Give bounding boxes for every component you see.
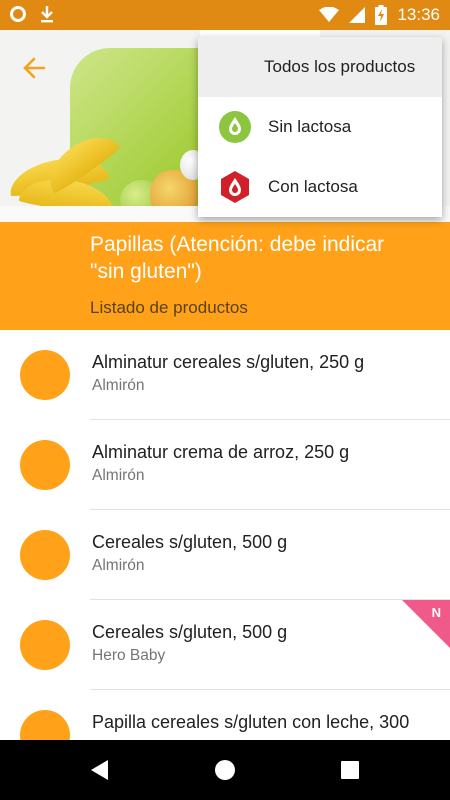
signal-icon [349,7,366,23]
product-name: Alminatur cereales s/gluten, 250 g [92,352,365,372]
filter-menu: Todos los productos Sin lactosa Con lact… [198,37,442,217]
wifi-icon [319,7,340,23]
product-avatar [20,350,70,400]
list-item[interactable]: Cereales s/gluten, 500 g Hero Baby N [0,600,450,690]
notification-ring-icon [10,6,26,22]
product-avatar [20,530,70,580]
menu-item-all-products[interactable]: Todos los productos [198,37,442,97]
page-title: Papillas (Atención: debe indicar "sin gl… [90,233,385,283]
product-avatar [20,710,70,740]
list-item[interactable]: Alminatur crema de arroz, 250 g Almirón [0,420,450,510]
recents-square-icon[interactable] [338,758,362,782]
product-list: Alminatur cereales s/gluten, 250 g Almir… [0,330,450,740]
new-badge-label: N [431,605,441,620]
back-triangle-icon[interactable] [88,758,112,782]
product-brand: Almirón [92,467,145,484]
lactose-free-icon [218,110,252,144]
product-avatar [20,440,70,490]
product-avatar [20,620,70,670]
status-time: 13:36 [397,5,440,24]
product-name: Cereales s/gluten, 500 g [92,532,288,552]
product-brand: Almirón [92,377,145,394]
battery-charging-icon [375,5,388,25]
product-brand: Hero Baby [92,647,166,664]
product-name: Alminatur crema de arroz, 250 g [92,442,350,462]
back-arrow-icon[interactable] [16,50,52,86]
product-name: Cereales s/gluten, 500 g [92,622,288,642]
menu-item-label: Con lactosa [268,177,358,196]
menu-item-label: Todos los productos [264,57,416,76]
menu-item-lactose-free[interactable]: Sin lactosa [198,97,442,157]
list-item[interactable]: Papilla cereales s/gluten con leche, 300… [0,690,450,740]
new-badge [402,600,450,648]
menu-item-with-lactose[interactable]: Con lactosa [198,157,442,217]
list-item[interactable]: Alminatur cereales s/gluten, 250 g Almir… [0,330,450,420]
category-header: Papillas (Atención: debe indicar "sin gl… [0,222,450,330]
status-left-icons [10,5,54,23]
download-icon [40,5,54,23]
product-brand: Almirón [92,557,145,574]
status-right: 13:36 [319,0,440,30]
menu-item-label: Sin lactosa [268,117,352,136]
navigation-bar [0,740,450,800]
home-circle-icon[interactable] [213,758,237,782]
product-name: Papilla cereales s/gluten con leche, 300… [92,712,410,740]
list-item[interactable]: Cereales s/gluten, 500 g Almirón [0,510,450,600]
lactose-icon [218,170,252,204]
page-subtitle: Listado de productos [90,298,248,317]
status-bar: 13:36 [0,0,450,30]
